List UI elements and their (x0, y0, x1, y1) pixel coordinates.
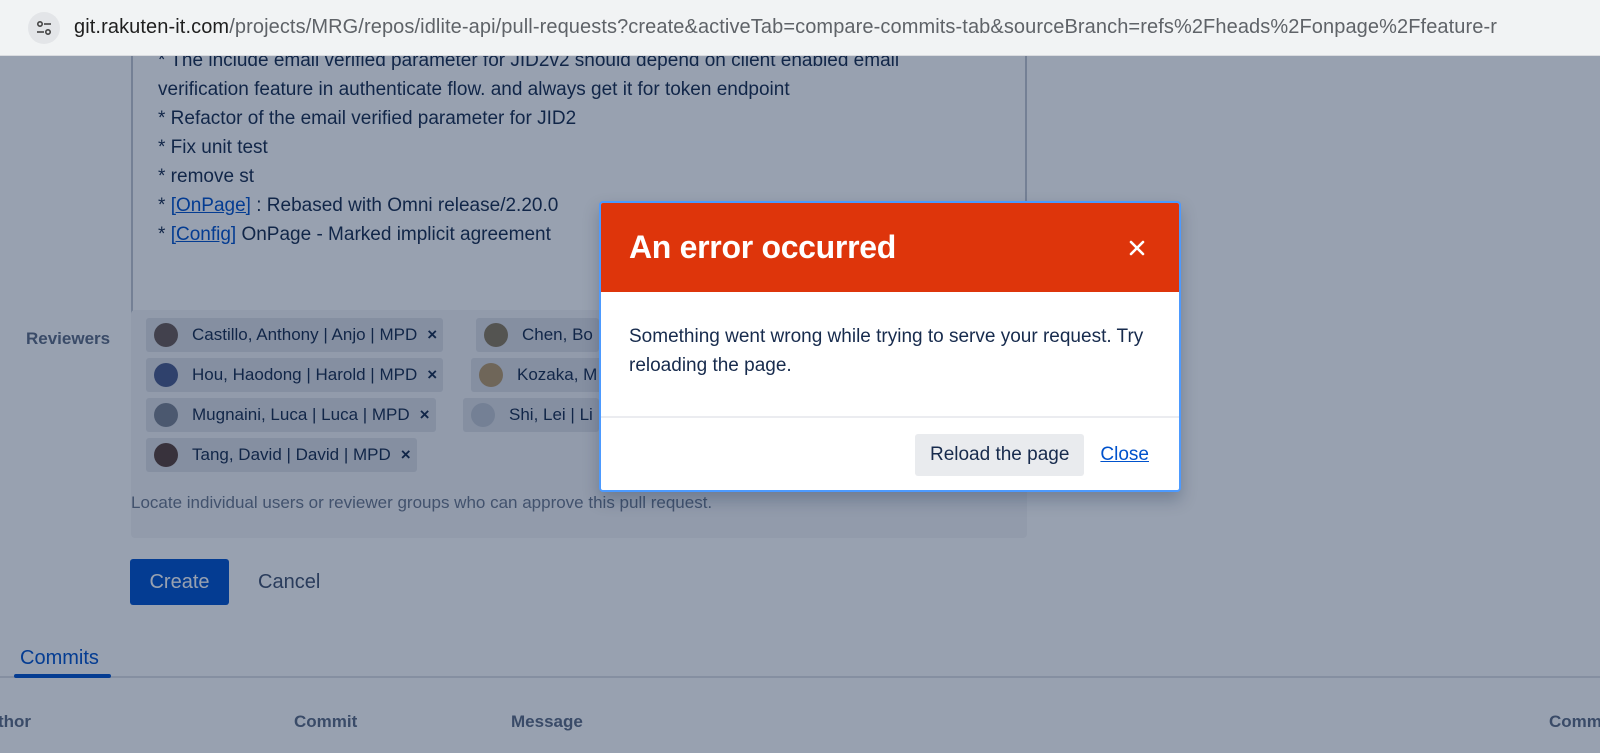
dialog-footer: Reload the page Close (601, 418, 1179, 490)
error-dialog: An error occurred Something went wrong w… (599, 201, 1181, 492)
site-info-icon[interactable] (28, 11, 60, 44)
browser-address-bar[interactable]: git.rakuten-it.com/projects/MRG/repos/id… (0, 0, 1600, 56)
close-icon[interactable] (1123, 234, 1151, 262)
dialog-title: An error occurred (629, 229, 896, 265)
url-text[interactable]: git.rakuten-it.com/projects/MRG/repos/id… (74, 16, 1497, 39)
dialog-header: An error occurred (601, 203, 1179, 292)
url-path: /projects/MRG/repos/idlite-api/pull-requ… (229, 16, 1498, 38)
reload-page-button[interactable]: Reload the page (914, 434, 1085, 476)
dialog-message: Something went wrong while trying to ser… (601, 292, 1179, 418)
url-host: git.rakuten-it.com (74, 16, 230, 38)
close-link[interactable]: Close (1100, 444, 1149, 466)
